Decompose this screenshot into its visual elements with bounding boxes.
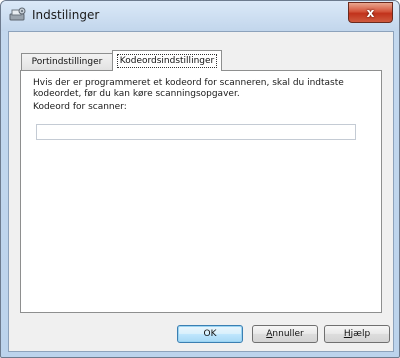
tab-panel: Hvis der er programmeret et kodeord for … xyxy=(20,70,382,313)
cancel-button-label: nnuller xyxy=(272,329,304,339)
tab-portindstillinger[interactable]: Portindstillinger xyxy=(21,53,113,70)
dialog-window: Indstilinger x Portindstillinger Kodeord… xyxy=(0,0,400,358)
dialog-client-area: Portindstillinger Kodeordsindstillinger … xyxy=(8,31,394,352)
ok-button[interactable]: OK xyxy=(177,325,243,343)
help-button-label: jælp xyxy=(350,329,371,339)
tab-label: Kodeordsindstillinger xyxy=(116,54,218,68)
window-title: Indstilinger xyxy=(32,8,100,22)
tab-kodeordsindstillinger[interactable]: Kodeordsindstillinger xyxy=(112,50,222,71)
scanner-icon xyxy=(9,7,26,21)
title-bar[interactable]: Indstilinger x xyxy=(1,1,399,31)
help-accelerator: H xyxy=(343,329,351,339)
help-button[interactable]: Hjælp xyxy=(324,325,390,343)
password-label: Kodeord for scanner: xyxy=(33,102,127,112)
cancel-button[interactable]: Annuller xyxy=(252,325,318,343)
tab-label: Portindstillinger xyxy=(31,57,103,67)
ok-button-label: OK xyxy=(203,329,217,339)
close-button[interactable]: x xyxy=(348,2,393,23)
password-field[interactable] xyxy=(36,124,356,140)
close-icon: x xyxy=(366,5,375,20)
password-description: Hvis der er programmeret et kodeord for … xyxy=(33,78,344,99)
